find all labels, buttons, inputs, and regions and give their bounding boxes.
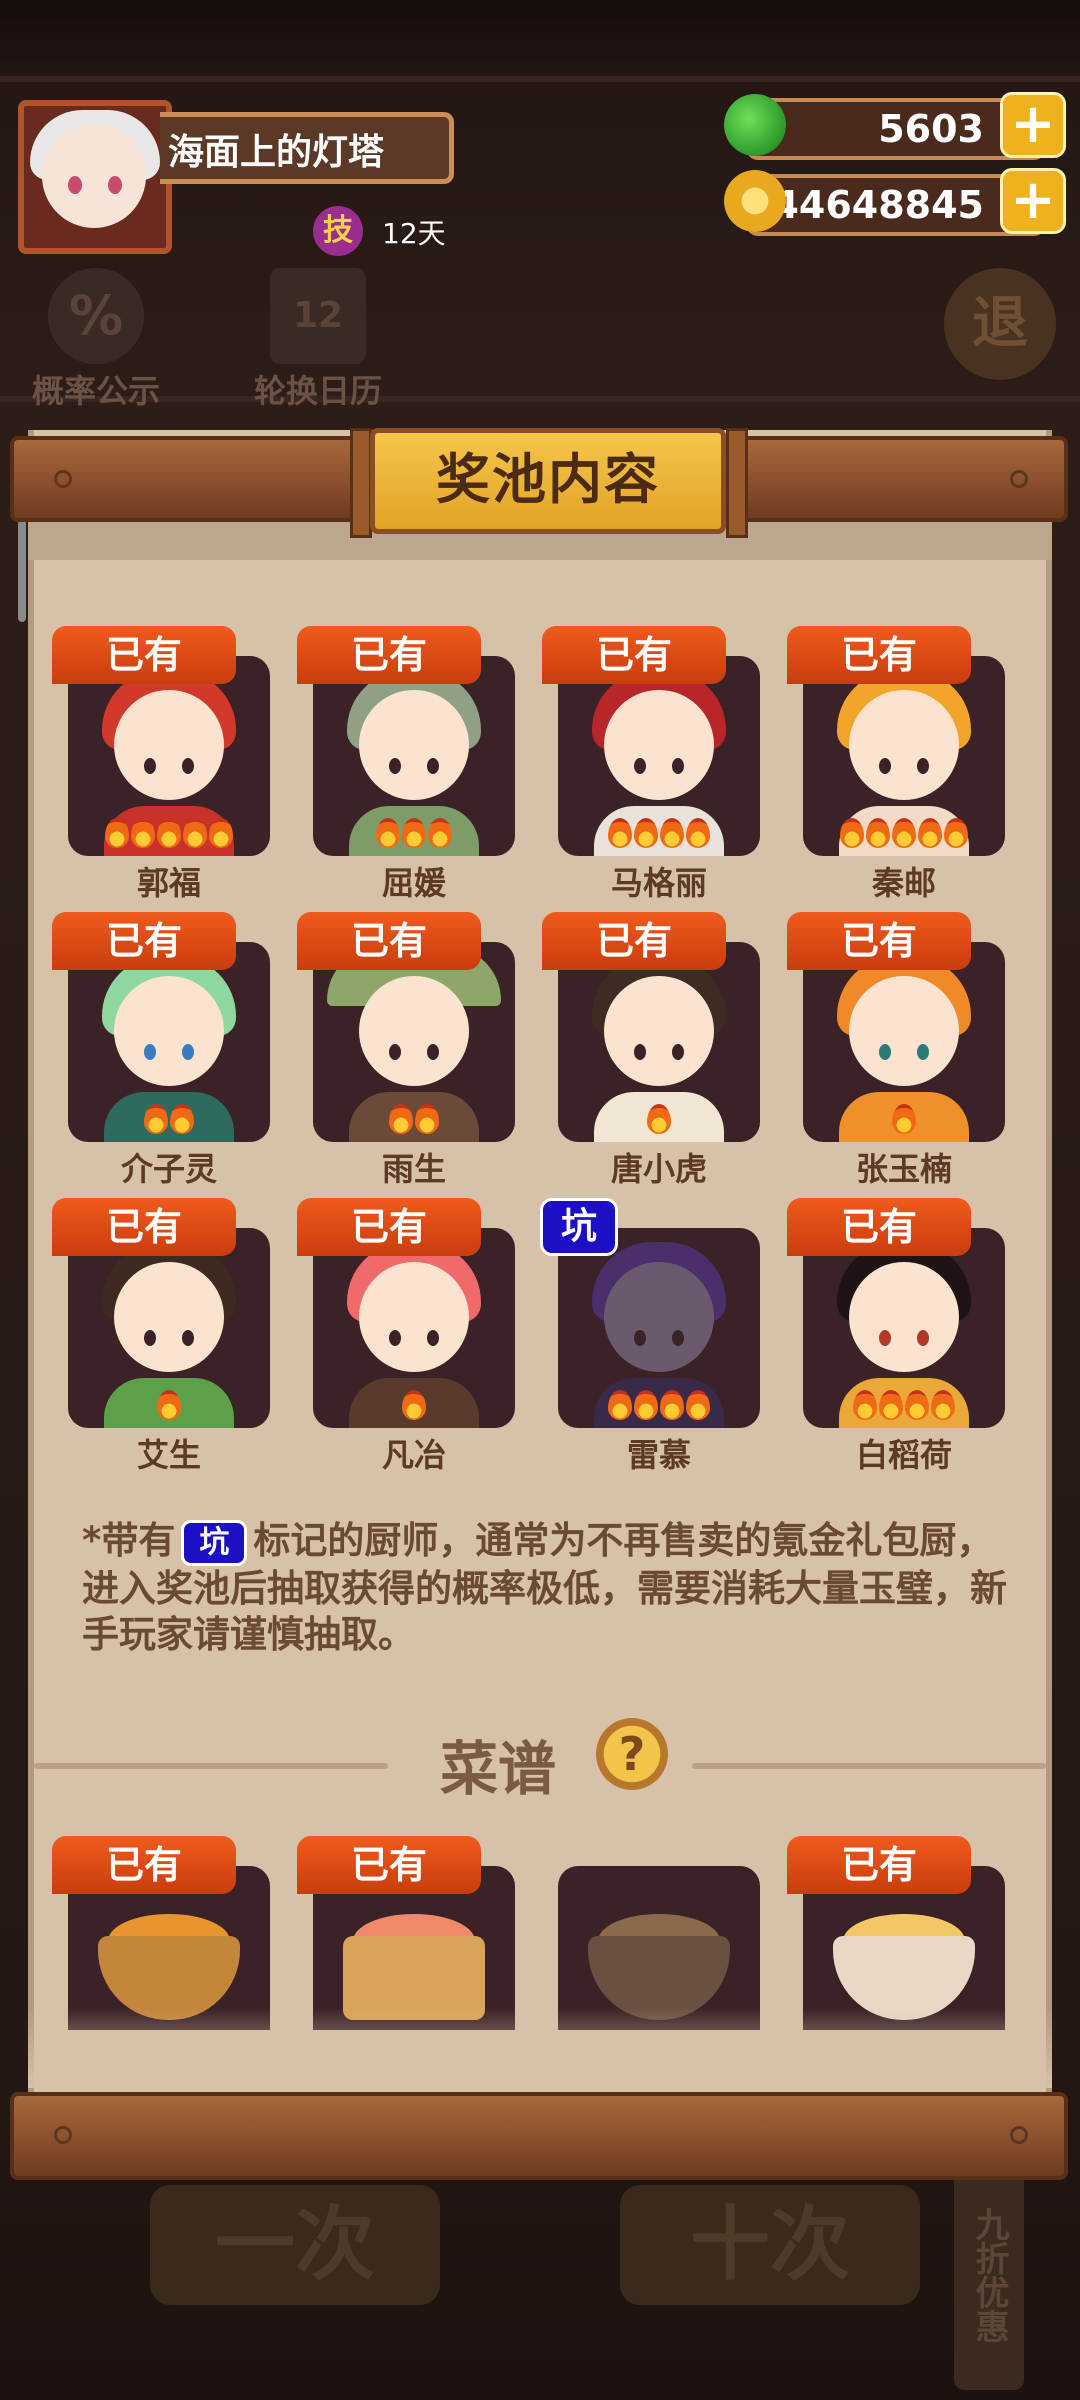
section-divider bbox=[34, 1763, 388, 1769]
modal-title: 奖池内容 bbox=[370, 428, 726, 534]
owned-badge: 已有 bbox=[297, 1198, 481, 1256]
rarity-flames bbox=[558, 1390, 760, 1424]
skill-icon[interactable]: 技 bbox=[313, 206, 363, 256]
probability-label: 概率公示 bbox=[31, 372, 160, 410]
discount-tag: 九折优惠 bbox=[954, 2160, 1024, 2390]
chef-name: 郭福 bbox=[136, 864, 201, 902]
banner-post bbox=[350, 428, 372, 538]
owned-badge: 已有 bbox=[787, 912, 971, 970]
chef-card[interactable] bbox=[68, 1228, 270, 1428]
section-divider bbox=[692, 1763, 1046, 1769]
calendar-icon: 12 bbox=[270, 268, 366, 364]
pit-note: *带有坑标记的厨师，通常为不再售卖的氪金礼包厨，进入奖池后抽取获得的概率极低，需… bbox=[82, 1518, 1012, 1658]
owned-badge: 已有 bbox=[787, 1198, 971, 1256]
chef-name: 凡冶 bbox=[381, 1436, 446, 1474]
chef-card[interactable] bbox=[803, 942, 1005, 1142]
chef-card[interactable] bbox=[313, 656, 515, 856]
pit-inline-badge: 坑 bbox=[181, 1519, 248, 1566]
chef-card[interactable] bbox=[313, 942, 515, 1142]
owned-badge: 已有 bbox=[297, 626, 481, 684]
rarity-flames bbox=[803, 1390, 1005, 1424]
skill-days: 12天 bbox=[382, 217, 446, 250]
rarity-flames bbox=[313, 1104, 515, 1138]
chef-name: 唐小虎 bbox=[610, 1150, 707, 1188]
note-prefix: *带有 bbox=[82, 1519, 176, 1562]
rarity-flames bbox=[68, 1390, 270, 1424]
rarity-flames bbox=[68, 1104, 270, 1138]
owned-badge: 已有 bbox=[542, 912, 726, 970]
owned-badge: 已有 bbox=[297, 1836, 481, 1894]
chef-name: 雷慕 bbox=[626, 1436, 691, 1474]
chef-name: 秦邮 bbox=[871, 864, 936, 902]
rarity-flames bbox=[558, 1104, 760, 1138]
chef-name: 马格丽 bbox=[610, 864, 707, 902]
player-name: 海面上的灯塔 bbox=[160, 112, 454, 184]
chef-name: 屈媛 bbox=[381, 864, 446, 902]
owned-badge: 已有 bbox=[787, 626, 971, 684]
chef-card[interactable] bbox=[68, 656, 270, 856]
avatar-eye bbox=[68, 176, 82, 194]
divider bbox=[0, 76, 1080, 82]
bottom-plank bbox=[10, 2092, 1068, 2180]
rarity-flames bbox=[313, 818, 515, 852]
owned-badge: 已有 bbox=[52, 626, 236, 684]
owned-badge: 已有 bbox=[542, 626, 726, 684]
avatar-eye bbox=[108, 176, 122, 194]
rarity-flames bbox=[68, 818, 270, 852]
rarity-flames bbox=[803, 818, 1005, 852]
owned-badge: 已有 bbox=[52, 1198, 236, 1256]
owned-badge: 已有 bbox=[52, 912, 236, 970]
percent-gear-icon: % bbox=[48, 268, 144, 364]
coin-icon bbox=[724, 170, 786, 232]
chef-card[interactable] bbox=[68, 942, 270, 1142]
owned-badge: 已有 bbox=[787, 1836, 971, 1894]
nail bbox=[54, 470, 72, 488]
owned-badge: 已有 bbox=[297, 912, 481, 970]
scroll-fade bbox=[28, 2008, 1052, 2088]
chef-card[interactable] bbox=[558, 1228, 760, 1428]
add-jade-button[interactable]: + bbox=[1000, 92, 1066, 158]
avatar-face bbox=[42, 124, 146, 228]
rotation-calendar-button[interactable]: 12 轮换日历 bbox=[248, 268, 388, 412]
player-avatar[interactable] bbox=[18, 100, 172, 254]
pit-badge: 坑 bbox=[540, 1198, 618, 1256]
chef-name: 白稻荷 bbox=[855, 1436, 952, 1474]
single-draw-button[interactable]: 一次 bbox=[150, 2185, 440, 2305]
chef-name: 介子灵 bbox=[120, 1150, 217, 1188]
chef-name: 艾生 bbox=[136, 1436, 201, 1474]
jade-icon bbox=[724, 94, 786, 156]
nail bbox=[1010, 470, 1028, 488]
recipe-section-title: 菜谱 bbox=[440, 1735, 557, 1803]
chef-card[interactable] bbox=[558, 942, 760, 1142]
exit-button[interactable]: 退 bbox=[944, 268, 1056, 380]
calendar-label: 轮换日历 bbox=[253, 372, 382, 410]
help-icon[interactable]: ? bbox=[596, 1718, 668, 1790]
chef-name: 雨生 bbox=[381, 1150, 446, 1188]
add-coins-button[interactable]: + bbox=[1000, 168, 1066, 234]
chef-card[interactable] bbox=[803, 1228, 1005, 1428]
chef-card[interactable] bbox=[313, 1228, 515, 1428]
chef-card[interactable] bbox=[558, 656, 760, 856]
rarity-flames bbox=[313, 1390, 515, 1424]
nail bbox=[1010, 2126, 1028, 2144]
nail bbox=[54, 2126, 72, 2144]
chef-card[interactable] bbox=[803, 656, 1005, 856]
owned-badge: 已有 bbox=[52, 1836, 236, 1894]
recipe-card[interactable] bbox=[558, 1866, 760, 2030]
rarity-flames bbox=[803, 1104, 1005, 1138]
chef-name: 张玉楠 bbox=[855, 1150, 952, 1188]
ten-draw-button[interactable]: 十次 bbox=[620, 2185, 920, 2305]
rarity-flames bbox=[558, 818, 760, 852]
banner-post bbox=[726, 428, 748, 538]
probability-button[interactable]: % 概率公示 bbox=[28, 268, 164, 412]
